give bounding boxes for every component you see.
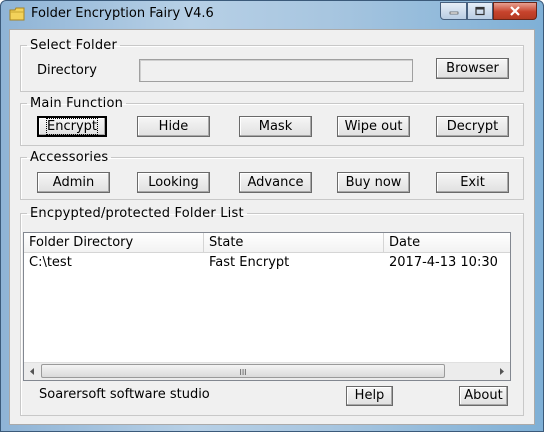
row-state[interactable]: Fast Encrypt <box>209 255 289 270</box>
buy-now-button-label: Buy now <box>345 175 402 190</box>
close-button[interactable] <box>493 2 537 20</box>
about-button-label: About <box>464 388 503 403</box>
looking-button[interactable]: Looking <box>137 172 210 193</box>
directory-field[interactable] <box>139 59 413 82</box>
browser-button[interactable]: Browser <box>436 58 509 79</box>
scroll-right-icon[interactable] <box>493 363 510 380</box>
mask-button[interactable]: Mask <box>239 116 312 137</box>
hide-button-label: Hide <box>158 119 189 134</box>
mask-button-label: Mask <box>258 119 293 134</box>
folder-list[interactable]: Folder Directory State Date C:\test Fast… <box>23 232 511 381</box>
column-header-folder-directory[interactable]: Folder Directory <box>24 233 204 253</box>
admin-button-label: Admin <box>52 175 95 190</box>
dialog-body: Select Folder Directory Browser Main Fun… <box>9 29 535 425</box>
column-header-date[interactable]: Date <box>384 233 510 253</box>
row-directory[interactable]: C:\test <box>29 255 72 270</box>
hide-button[interactable]: Hide <box>137 116 210 137</box>
window-controls <box>440 2 537 20</box>
decrypt-button-label: Decrypt <box>446 119 499 134</box>
window-title: Folder Encryption Fairy V4.6 <box>31 6 214 21</box>
horizontal-scrollbar[interactable]: III <box>24 362 510 380</box>
main-function-legend: Main Function <box>30 96 124 111</box>
folder-list-legend: Encpypted/protected Folder List <box>30 206 244 221</box>
encrypt-button[interactable]: Encrypt <box>37 116 107 137</box>
accessories-legend: Accessories <box>30 150 109 165</box>
scroll-thumb[interactable]: III <box>41 364 445 378</box>
looking-button-label: Looking <box>148 175 199 190</box>
browser-button-label: Browser <box>446 61 499 76</box>
row-date[interactable]: 2017-4-13 10:30 <box>389 255 498 270</box>
directory-label: Directory <box>37 63 97 78</box>
app-window: Folder Encryption Fairy V4.6 Select Fold… <box>0 0 544 432</box>
encrypt-button-label: Encrypt <box>46 118 98 135</box>
buy-now-button[interactable]: Buy now <box>337 172 410 193</box>
folder-icon <box>9 7 25 21</box>
exit-button[interactable]: Exit <box>436 172 509 193</box>
scroll-left-icon[interactable] <box>24 363 41 380</box>
scroll-grip: III <box>239 368 247 377</box>
decrypt-button[interactable]: Decrypt <box>436 116 509 137</box>
close-icon <box>510 6 520 16</box>
help-button-label: Help <box>354 388 385 403</box>
wipe-out-button[interactable]: Wipe out <box>337 116 410 137</box>
wipe-out-button-label: Wipe out <box>344 119 403 134</box>
studio-label: Soarersoft software studio <box>39 387 210 402</box>
column-header-state[interactable]: State <box>204 233 384 253</box>
advance-button-label: Advance <box>247 175 304 190</box>
maximize-icon <box>475 6 485 16</box>
about-button[interactable]: About <box>459 386 508 406</box>
exit-button-label: Exit <box>460 175 485 190</box>
minimize-icon <box>449 11 458 15</box>
title-bar[interactable]: Folder Encryption Fairy V4.6 <box>1 1 543 28</box>
help-button[interactable]: Help <box>346 386 393 406</box>
admin-button[interactable]: Admin <box>37 172 110 193</box>
minimize-button[interactable] <box>440 2 467 20</box>
advance-button[interactable]: Advance <box>239 172 312 193</box>
select-folder-legend: Select Folder <box>30 38 118 53</box>
maximize-button[interactable] <box>467 2 493 20</box>
